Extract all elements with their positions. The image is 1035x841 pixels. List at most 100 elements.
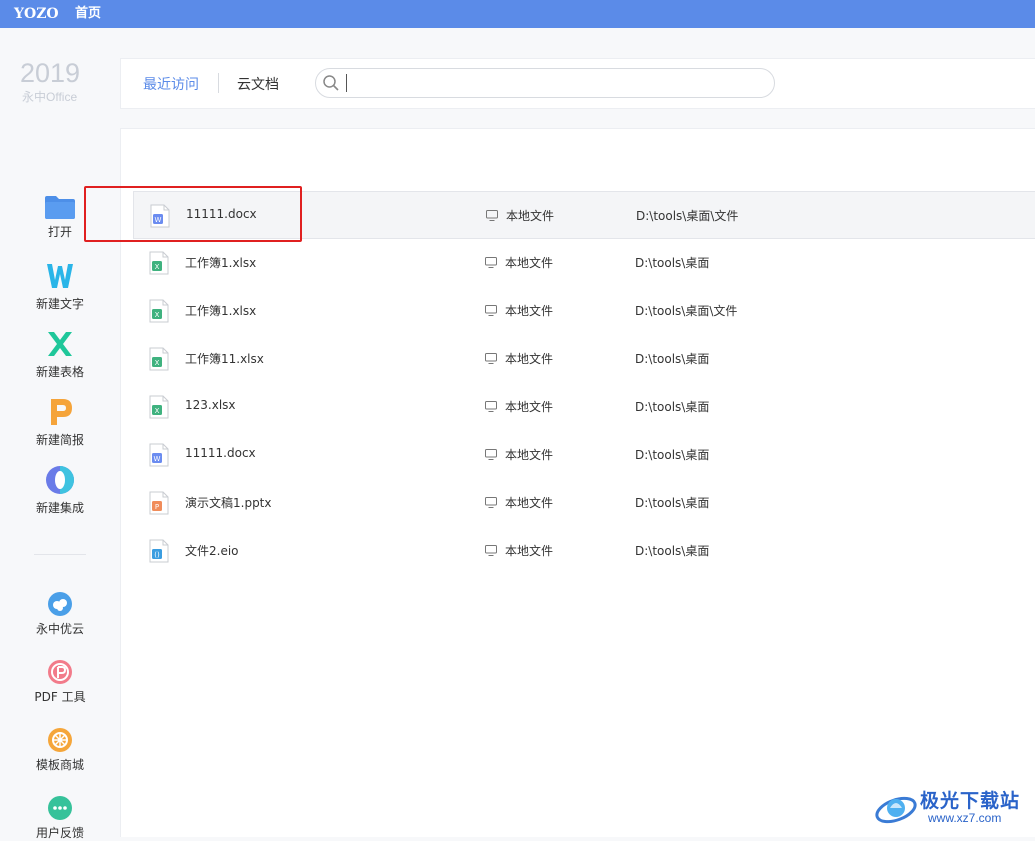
watermark-logo-icon <box>875 796 917 824</box>
file-row[interactable]: () 文件2.eio 本地文件 D:\tools\桌面 <box>133 527 1035 574</box>
file-location: 本地文件 <box>505 496 554 510</box>
watermark: 极光下载站 www.xz7.com <box>870 780 1035 836</box>
feedback-icon <box>48 796 72 820</box>
file-name: 工作簿1.xlsx <box>185 304 257 318</box>
monitor-icon <box>485 353 497 364</box>
svg-text:X: X <box>155 263 160 271</box>
sidebar-item-template[interactable]: 模板商城 <box>0 727 120 773</box>
file-name: 文件2.eio <box>185 544 239 558</box>
file-path: D:\tools\桌面 <box>635 400 710 414</box>
sidebar-divider <box>34 554 86 555</box>
text-cursor <box>346 74 347 92</box>
svg-text:X: X <box>155 359 160 367</box>
watermark-url: www.xz7.com <box>928 811 1002 825</box>
monitor-icon <box>486 210 498 221</box>
home-tab[interactable]: 首页 <box>75 5 101 23</box>
cloud-icon <box>48 592 72 616</box>
file-row[interactable]: X 工作簿1.xlsx 本地文件 D:\tools\桌面 <box>133 239 1035 286</box>
sidebar-item-label: PDF 工具 <box>34 690 86 704</box>
monitor-icon <box>485 545 497 556</box>
sidebar-item-label: 模板商城 <box>35 758 84 772</box>
recent-files-panel: W 11111.docx 本地文件 D:\tools\桌面\文件 X 工作簿1.xlsx 本… <box>120 128 1035 837</box>
sidebar-item-open[interactable]: 打开 <box>0 194 120 240</box>
svg-text:W: W <box>154 455 161 463</box>
file-path: D:\tools\桌面\文件 <box>636 209 739 223</box>
file-name: 工作簿11.xlsx <box>185 352 264 366</box>
file-name: 演示文稿1.pptx <box>185 496 272 510</box>
integration-icon <box>46 466 74 494</box>
svg-text:P: P <box>155 503 159 511</box>
sidebar-item-new-spreadsheet[interactable]: 新建表格 <box>0 328 120 380</box>
tab-recent[interactable]: 最近访问 <box>143 74 199 94</box>
brand-year: 2019 <box>20 58 81 88</box>
word-file-icon: W <box>149 443 169 467</box>
watermark-title: 极光下载站 <box>920 790 1021 812</box>
template-icon <box>48 728 72 752</box>
file-path: D:\tools\桌面 <box>635 544 710 558</box>
search-input[interactable] <box>348 71 762 95</box>
file-location: 本地文件 <box>506 209 555 223</box>
monitor-icon <box>485 305 497 316</box>
folder-icon <box>45 196 75 219</box>
tab-cloud-docs[interactable]: 云文档 <box>237 74 279 94</box>
brand-name: 永中Office <box>22 90 78 104</box>
monitor-icon <box>485 401 497 412</box>
sidebar-item-label: 新建表格 <box>35 365 84 379</box>
sidebar-item-cloud[interactable]: 永中优云 <box>0 591 120 637</box>
svg-text:W: W <box>155 216 162 224</box>
file-location: 本地文件 <box>505 256 554 270</box>
sidebar-item-pdf[interactable]: PDF 工具 <box>0 659 120 705</box>
app-logo: YOZO <box>14 6 59 22</box>
search-icon <box>323 75 339 91</box>
file-name: 11111.docx <box>185 446 256 460</box>
tab-divider <box>218 73 219 93</box>
svg-text:(): () <box>154 551 160 559</box>
file-path: D:\tools\桌面 <box>635 448 710 462</box>
file-row[interactable]: W 11111.docx 本地文件 D:\tools\桌面 <box>133 431 1035 478</box>
file-row[interactable]: X 123.xlsx 本地文件 D:\tools\桌面 <box>133 383 1035 430</box>
file-row[interactable]: P 演示文稿1.pptx 本地文件 D:\tools\桌面 <box>133 479 1035 526</box>
sidebar-item-new-presentation[interactable]: 新建简报 <box>0 396 120 448</box>
file-location: 本地文件 <box>505 544 554 558</box>
sidebar-item-label: 用户反馈 <box>35 826 84 840</box>
file-row[interactable]: X 工作簿11.xlsx 本地文件 D:\tools\桌面 <box>133 335 1035 382</box>
file-path: D:\tools\桌面 <box>635 496 710 510</box>
pdf-icon <box>48 660 72 684</box>
sidebar-item-label: 永中优云 <box>35 622 84 636</box>
file-row[interactable]: X 工作簿1.xlsx 本地文件 D:\tools\桌面\文件 <box>133 287 1035 334</box>
sidebar-item-label: 新建简报 <box>35 433 84 447</box>
sidebar-item-label: 打开 <box>47 225 72 239</box>
file-location: 本地文件 <box>505 352 554 366</box>
monitor-icon <box>485 497 497 508</box>
excel-file-icon: X <box>149 299 169 323</box>
word-file-icon: W <box>150 204 170 228</box>
title-bar: YOZO 首页 <box>0 0 1035 28</box>
ppt-file-icon: P <box>149 491 169 515</box>
sidebar-item-label: 新建文字 <box>35 297 84 311</box>
sidebar-item-feedback[interactable]: 用户反馈 <box>0 795 120 841</box>
file-path: D:\tools\桌面\文件 <box>635 304 738 318</box>
file-location: 本地文件 <box>505 400 554 414</box>
sidebar-item-new-writer[interactable]: 新建文字 <box>0 260 120 312</box>
file-path: D:\tools\桌面 <box>635 256 710 270</box>
file-name: 工作簿1.xlsx <box>185 256 257 270</box>
search-box[interactable] <box>315 68 775 98</box>
monitor-icon <box>485 449 497 460</box>
file-location: 本地文件 <box>505 304 554 318</box>
sidebar: 2019 永中Office 打开 新建文字 新建表格 新建简报 新建集成 永中优… <box>0 28 120 840</box>
file-row[interactable]: W 11111.docx 本地文件 D:\tools\桌面\文件 <box>133 191 1035 239</box>
eio-file-icon: () <box>149 539 169 563</box>
file-location: 本地文件 <box>505 448 554 462</box>
header-bar: 最近访问 云文档 <box>120 58 1035 109</box>
sidebar-item-label: 新建集成 <box>35 501 84 515</box>
excel-file-icon: X <box>149 395 169 419</box>
file-name: 11111.docx <box>186 207 257 221</box>
file-path: D:\tools\桌面 <box>635 352 710 366</box>
file-name: 123.xlsx <box>185 398 236 412</box>
writer-icon <box>47 264 73 288</box>
presentation-icon <box>51 399 72 425</box>
svg-text:X: X <box>155 407 160 415</box>
svg-text:X: X <box>155 311 160 319</box>
monitor-icon <box>485 257 497 268</box>
sidebar-item-new-integration[interactable]: 新建集成 <box>0 464 120 516</box>
